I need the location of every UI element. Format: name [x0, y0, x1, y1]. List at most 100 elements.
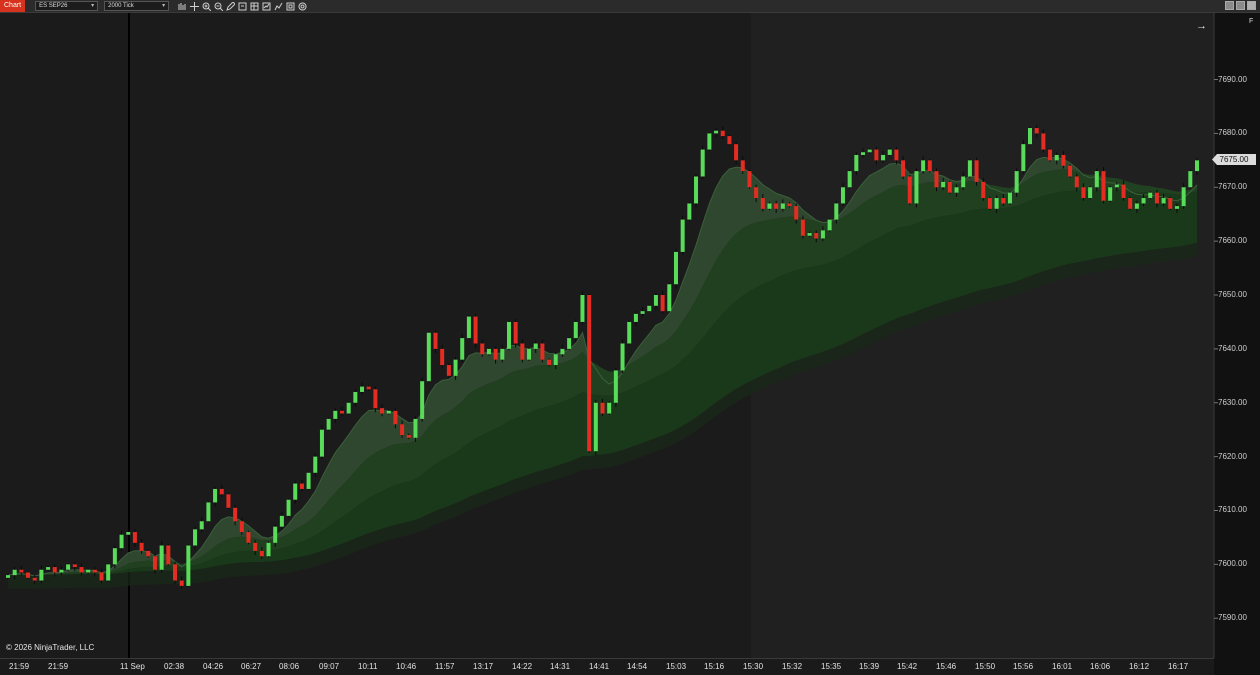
down-candle	[874, 149, 879, 161]
bar-type-icon[interactable]	[177, 1, 187, 11]
up-candle	[867, 149, 872, 153]
chart-tab[interactable]: Chart	[0, 0, 26, 12]
scroll-right-arrow-icon[interactable]: →	[1196, 20, 1207, 32]
chart-trader-icon[interactable]	[285, 1, 295, 11]
up-candle	[1094, 171, 1099, 188]
up-candle	[620, 343, 625, 371]
zoom-out-icon[interactable]	[213, 1, 223, 11]
price-chart[interactable]	[0, 13, 1260, 658]
down-candle	[366, 386, 371, 390]
down-candle	[1041, 133, 1046, 150]
up-candle	[687, 203, 692, 220]
up-candle	[486, 348, 491, 355]
up-candle	[1014, 171, 1019, 193]
instrument-selector[interactable]: ES SEP26 ▾	[35, 1, 99, 11]
down-candle	[239, 521, 244, 533]
price-axis[interactable]: 7690.00 7680.00 7670.00 7660.00 7650.00 7640.…	[1214, 13, 1260, 658]
time-tick-label: 14:22	[512, 662, 533, 671]
down-candle	[981, 181, 986, 199]
down-candle	[219, 488, 224, 495]
up-candle	[780, 203, 785, 209]
time-tick-label: 15:42	[897, 662, 918, 671]
down-candle	[587, 295, 592, 452]
up-candle	[293, 483, 298, 500]
up-candle	[861, 152, 866, 155]
up-candle	[1021, 144, 1026, 172]
up-candle	[159, 545, 164, 570]
up-candle	[1028, 128, 1033, 145]
up-candle	[500, 348, 505, 360]
down-candle	[400, 424, 405, 436]
up-candle	[767, 203, 772, 209]
down-candle	[440, 348, 445, 366]
down-candle	[907, 176, 912, 204]
down-candle	[299, 483, 304, 489]
time-tick-label: 16:17	[1168, 662, 1189, 671]
up-candle	[319, 429, 324, 457]
up-candle	[346, 402, 351, 414]
time-tick-label: 06:27	[241, 662, 262, 671]
up-candle	[119, 534, 124, 549]
up-candle	[840, 187, 845, 204]
time-tick-label: 15:46	[936, 662, 957, 671]
attach-order-icon[interactable]	[237, 1, 247, 11]
time-axis[interactable]: 21:59 21:59 11 Sep 02:38 04:26 06:27 08:06 09:0…	[0, 658, 1214, 675]
time-tick-label: 16:12	[1129, 662, 1150, 671]
down-candle	[226, 494, 231, 508]
down-candle	[406, 435, 411, 438]
down-candle	[139, 542, 144, 551]
down-candle	[760, 198, 765, 209]
price-tick-label: 7670.00	[1218, 182, 1247, 192]
price-tick-label: 7680.00	[1218, 128, 1247, 138]
down-candle	[146, 550, 151, 557]
up-candle	[12, 569, 17, 576]
close-icon[interactable]	[1247, 1, 1256, 10]
zoom-in-icon[interactable]	[201, 1, 211, 11]
up-candle	[607, 402, 612, 414]
up-candle	[593, 402, 598, 452]
pencil-icon[interactable]	[225, 1, 235, 11]
down-candle	[480, 343, 485, 355]
down-candle	[520, 343, 525, 360]
up-candle	[527, 348, 532, 360]
up-candle	[533, 343, 538, 349]
up-candle	[1161, 198, 1166, 204]
up-candle	[941, 181, 946, 188]
time-tick-label: 10:11	[358, 662, 378, 671]
price-tick-label: 7660.00	[1218, 236, 1247, 246]
up-candle	[807, 233, 812, 236]
strategies-icon[interactable]	[273, 1, 283, 11]
crosshair-icon[interactable]	[189, 1, 199, 11]
up-candle	[1108, 187, 1113, 201]
up-candle	[453, 359, 458, 376]
minimize-icon[interactable]	[1225, 1, 1234, 10]
up-candle	[580, 295, 585, 322]
down-candle	[339, 410, 344, 414]
indicators-icon[interactable]	[261, 1, 271, 11]
maximize-icon[interactable]	[1236, 1, 1245, 10]
down-candle	[99, 572, 104, 581]
side-label[interactable]: F	[1249, 18, 1253, 25]
chevron-down-icon: ▾	[91, 3, 95, 9]
data-box-icon[interactable]	[249, 1, 259, 11]
down-candle	[1128, 198, 1133, 209]
time-tick-label: 11 Sep	[120, 662, 145, 671]
properties-icon[interactable]	[297, 1, 307, 11]
down-candle	[727, 136, 732, 145]
down-candle	[373, 389, 378, 409]
down-candle	[800, 219, 805, 236]
up-candle	[86, 569, 91, 573]
down-candle	[1101, 171, 1106, 201]
up-candle	[1188, 171, 1193, 188]
time-tick-label: 11:57	[435, 662, 455, 671]
up-candle	[994, 198, 999, 209]
price-tick-label: 7610.00	[1218, 505, 1247, 515]
up-candle	[573, 321, 578, 339]
up-candle	[847, 171, 852, 188]
down-candle	[259, 550, 264, 557]
down-candle	[166, 545, 171, 565]
up-candle	[326, 418, 331, 430]
down-candle	[172, 564, 177, 581]
up-candle	[954, 187, 959, 193]
period-selector[interactable]: 2000 Tick ▾	[104, 1, 170, 11]
